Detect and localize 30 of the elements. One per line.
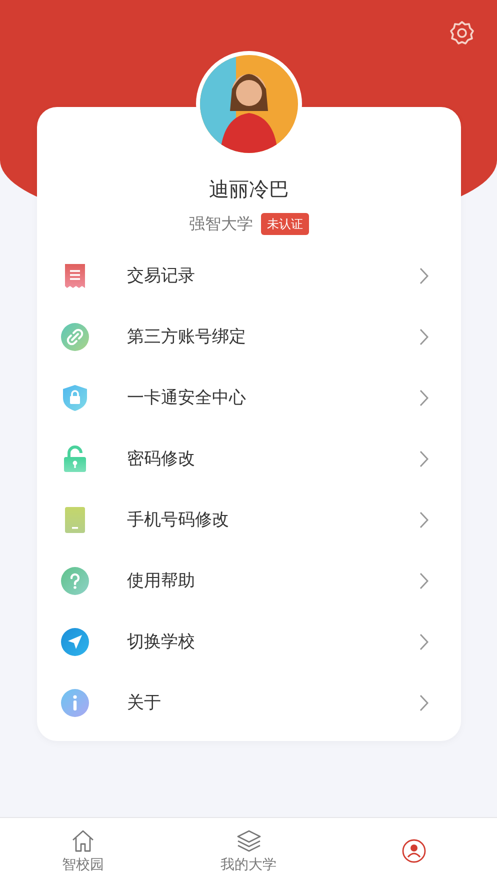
settings-icon[interactable] <box>449 20 475 46</box>
person-icon <box>401 838 428 864</box>
menu-item[interactable]: 第三方账号绑定 <box>37 306 461 367</box>
tab[interactable]: 我的大学 <box>166 818 332 883</box>
link-icon <box>61 322 89 350</box>
navigation-icon <box>61 628 89 656</box>
chevron-right-icon <box>419 572 429 590</box>
user-name: 迪丽冷巴 <box>209 176 289 203</box>
chevron-right-icon <box>419 694 429 712</box>
chevron-right-icon <box>419 510 429 528</box>
menu-item[interactable]: 密码修改 <box>37 428 461 489</box>
question-icon <box>61 566 89 594</box>
padlock-icon <box>61 444 89 472</box>
menu-item[interactable]: 手机号码修改 <box>37 489 461 550</box>
menu-item[interactable]: 切换学校 <box>37 611 461 672</box>
chevron-right-icon <box>419 328 429 346</box>
menu-item[interactable]: 一卡通安全中心 <box>37 367 461 428</box>
menu-item[interactable]: 交易记录 <box>37 245 461 306</box>
chevron-right-icon <box>419 632 429 650</box>
info-icon <box>61 688 89 716</box>
shield-lock-icon <box>61 384 89 412</box>
chevron-right-icon <box>419 450 429 468</box>
layers-icon <box>236 828 262 854</box>
school-name: 强智大学 <box>189 213 253 235</box>
tab[interactable]: 智校园 <box>0 818 166 883</box>
menu-item[interactable]: 关于 <box>37 672 461 733</box>
verification-badge: 未认证 <box>261 213 309 235</box>
chevron-right-icon <box>419 266 429 284</box>
menu-item[interactable]: 使用帮助 <box>37 550 461 611</box>
chevron-right-icon <box>419 388 429 406</box>
